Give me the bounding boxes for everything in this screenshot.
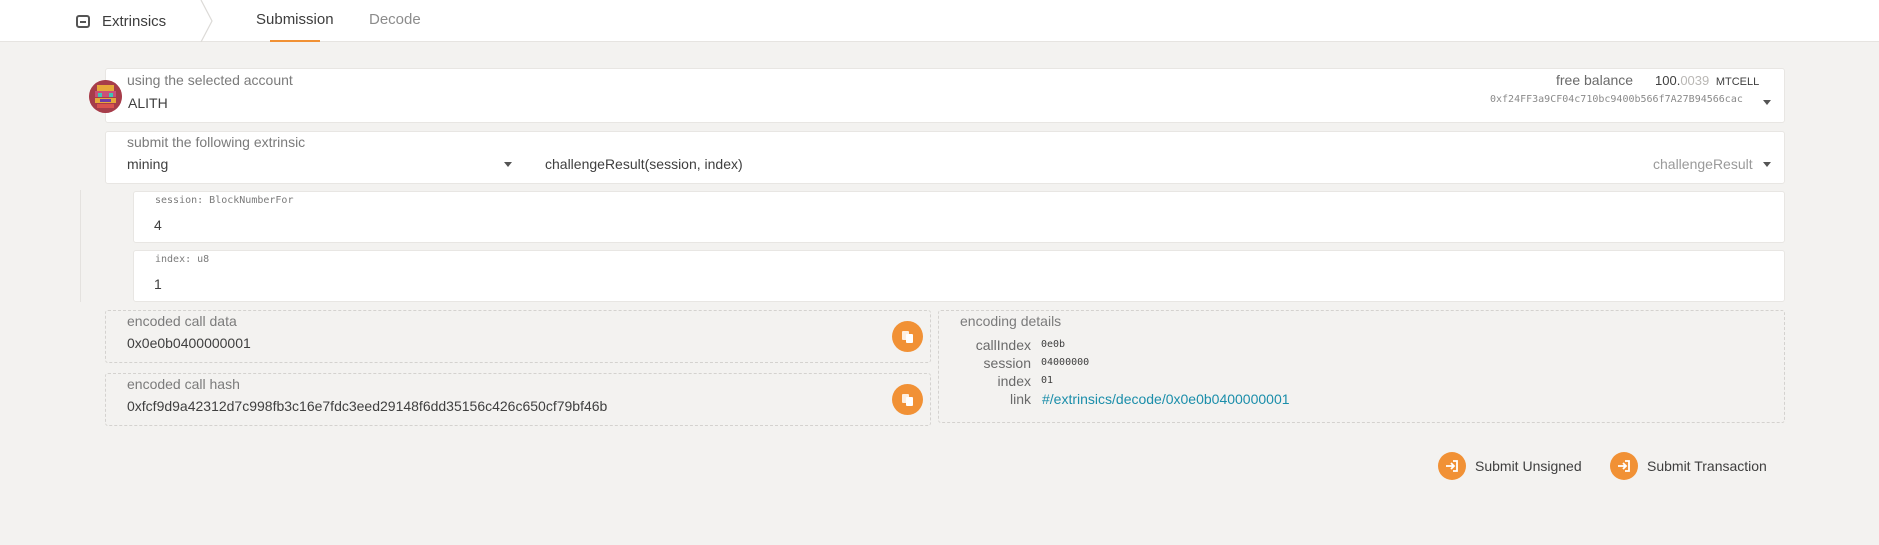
account-address: 0xf24FF3a9CF04c710bc9400b566f7A27B94566c… bbox=[1490, 94, 1743, 105]
top-navigation-bar: Extrinsics Submission Decode bbox=[0, 0, 1879, 42]
copy-icon bbox=[901, 393, 914, 406]
encoded-call-data-value: 0x0e0b0400000001 bbox=[127, 335, 251, 351]
chevron-down-icon[interactable] bbox=[1763, 100, 1771, 105]
chevron-down-icon[interactable] bbox=[504, 162, 512, 167]
copy-call-data-button[interactable] bbox=[892, 321, 923, 352]
params-guide-line bbox=[80, 190, 81, 302]
submit-transaction-label: Submit Transaction bbox=[1647, 458, 1767, 474]
identicon bbox=[89, 80, 122, 113]
param-index-input[interactable]: 1 bbox=[154, 276, 162, 292]
detail-value-session: 04000000 bbox=[1041, 357, 1090, 368]
submit-unsigned-button[interactable]: Submit Unsigned bbox=[1438, 452, 1582, 480]
breadcrumb-separator bbox=[200, 0, 213, 42]
extrinsic-label: submit the following extrinsic bbox=[127, 134, 306, 150]
tab-decode[interactable]: Decode bbox=[369, 0, 421, 42]
param-index-label: index: u8 bbox=[155, 254, 210, 265]
encoded-call-data-label: encoded call data bbox=[127, 313, 237, 329]
pallet-dropdown[interactable]: mining bbox=[127, 156, 168, 172]
param-index-field[interactable] bbox=[133, 250, 1785, 302]
param-session-label: session: BlockNumberFor bbox=[155, 195, 294, 206]
account-label: using the selected account bbox=[127, 72, 293, 88]
submit-transaction-button[interactable]: Submit Transaction bbox=[1610, 452, 1767, 480]
detail-key-link: link bbox=[1009, 391, 1031, 407]
free-balance-value: 100.0039 MTCELL bbox=[1655, 73, 1759, 88]
brand-label: Extrinsics bbox=[102, 12, 167, 30]
detail-value-link[interactable]: #/extrinsics/decode/0x0e0b0400000001 bbox=[1042, 391, 1290, 407]
tab-submission-label: Submission bbox=[256, 11, 334, 28]
encoded-call-hash-label: encoded call hash bbox=[127, 376, 240, 392]
sign-in-icon bbox=[1610, 452, 1638, 480]
submit-unsigned-label: Submit Unsigned bbox=[1475, 458, 1582, 474]
encoded-call-hash-value: 0xfcf9d9a42312d7c998fb3c16e7fdc3eed29148… bbox=[127, 398, 608, 414]
balance-unit: MTCELL bbox=[1715, 76, 1760, 88]
extrinsic-selector bbox=[105, 131, 1785, 184]
detail-value-index: 01 bbox=[1041, 375, 1054, 386]
copy-icon bbox=[901, 330, 914, 343]
free-balance-label: free balance bbox=[1556, 72, 1634, 88]
tab-submission[interactable]: Submission bbox=[256, 0, 334, 42]
tab-decode-label: Decode bbox=[369, 11, 421, 28]
param-session-input[interactable]: 4 bbox=[154, 217, 162, 233]
sign-in-icon bbox=[1438, 452, 1466, 480]
detail-key-index: index bbox=[997, 373, 1031, 389]
detail-value-callindex: 0e0b bbox=[1041, 339, 1066, 350]
detail-key-callindex: callIndex bbox=[975, 337, 1031, 353]
param-session-field[interactable] bbox=[133, 191, 1785, 243]
section-brand[interactable]: Extrinsics bbox=[76, 10, 166, 32]
encoding-details-title: encoding details bbox=[960, 313, 1062, 329]
copy-call-hash-button[interactable] bbox=[892, 384, 923, 415]
call-signature[interactable]: challengeResult(session, index) bbox=[545, 156, 743, 172]
account-name: ALITH bbox=[128, 95, 168, 111]
detail-key-session: session bbox=[983, 355, 1031, 371]
chevron-down-icon[interactable] bbox=[1763, 162, 1771, 167]
balance-integer: 100. bbox=[1655, 73, 1681, 88]
balance-fraction: 0039 bbox=[1680, 73, 1710, 88]
call-dropdown[interactable]: challengeResult bbox=[1653, 156, 1753, 172]
extrinsics-icon bbox=[76, 14, 90, 28]
